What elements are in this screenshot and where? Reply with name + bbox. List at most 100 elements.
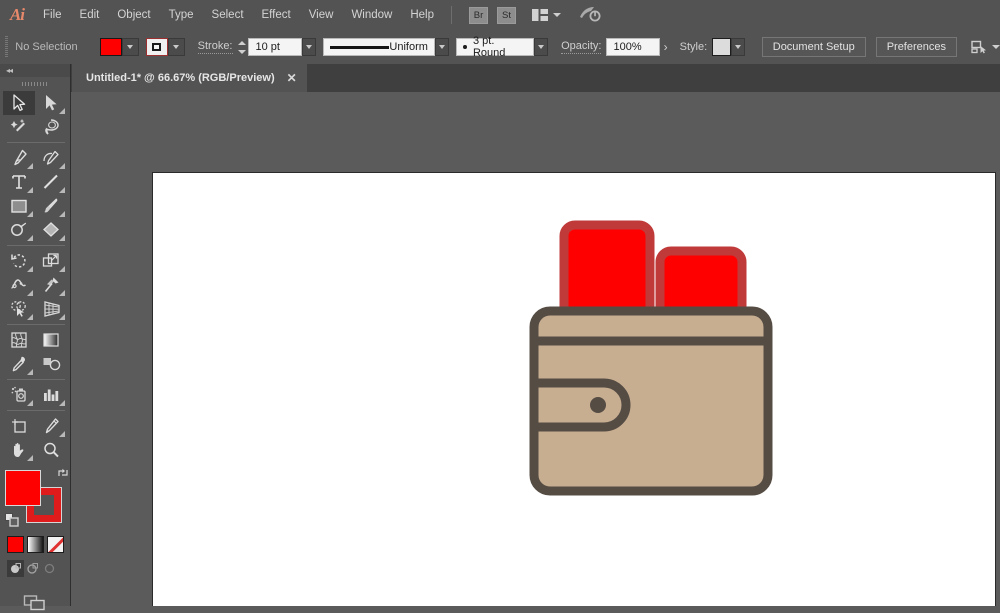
gradient-tool[interactable] (35, 328, 67, 352)
bridge-button[interactable]: Br (469, 7, 488, 24)
menu-item-file[interactable]: File (34, 0, 71, 30)
curvature-tool[interactable] (35, 146, 67, 170)
document-setup-button[interactable]: Document Setup (762, 37, 866, 57)
tools-panel-collapse[interactable]: ◂◂ (0, 64, 70, 77)
symbol-sprayer-icon (10, 386, 29, 404)
wallet-with-cards-illustration[interactable] (522, 213, 782, 503)
canvas-area[interactable] (71, 92, 1000, 606)
tool-submenu-indicator (59, 290, 65, 296)
menu-item-type[interactable]: Type (160, 0, 203, 30)
preferences-button[interactable]: Preferences (876, 37, 957, 57)
perspective-grid-tool[interactable] (35, 297, 67, 321)
stroke-weight-stepper[interactable] (238, 38, 247, 56)
tool-submenu-indicator (27, 455, 33, 461)
stroke-weight-dropdown[interactable] (302, 38, 316, 56)
document-tab[interactable]: Untitled-1* @ 66.67% (RGB/Preview) ✕ (72, 64, 307, 92)
direct-selection-tool[interactable] (35, 91, 67, 115)
close-icon[interactable]: ✕ (287, 71, 297, 85)
arrange-documents-button[interactable] (532, 9, 561, 21)
stroke-profile-value: Uniform (389, 41, 428, 53)
brush-definition-select[interactable]: 3 pt. Round (456, 38, 534, 56)
tool-submenu-indicator (59, 108, 65, 114)
menu-item-view[interactable]: View (300, 0, 343, 30)
rectangle-tool[interactable] (3, 194, 35, 218)
stroke-color-swatch[interactable] (146, 38, 168, 56)
draw-normal-icon (9, 562, 22, 575)
free-transform-tool[interactable] (35, 273, 67, 297)
fill-stroke-controls (5, 470, 69, 522)
draw-inside-button[interactable] (41, 560, 58, 577)
eraser-tool[interactable] (35, 218, 67, 242)
draw-normal-button[interactable] (7, 560, 24, 577)
magic-wand-tool[interactable] (3, 115, 35, 139)
stroke-profile-select[interactable]: Uniform (323, 38, 435, 56)
brush-definition-dropdown[interactable] (534, 38, 548, 56)
eyedropper-tool[interactable] (3, 352, 35, 376)
opacity-input[interactable]: 100% (606, 38, 659, 56)
tool-submenu-indicator (27, 163, 33, 169)
gradient-mode-button[interactable] (27, 536, 44, 553)
blend-icon (42, 356, 61, 372)
rectangle-icon (10, 198, 28, 214)
menu-item-edit[interactable]: Edit (71, 0, 109, 30)
menu-item-help[interactable]: Help (401, 0, 443, 30)
artboard-tool[interactable] (3, 414, 35, 438)
menu-item-window[interactable]: Window (342, 0, 401, 30)
symbol-sprayer-tool[interactable] (3, 383, 35, 407)
pen-tool[interactable] (3, 146, 35, 170)
tool-submenu-indicator (59, 314, 65, 320)
shaper-tool[interactable] (3, 218, 35, 242)
chevron-down-icon (735, 45, 741, 49)
zoom-tool[interactable] (35, 438, 67, 462)
hand-tool[interactable] (3, 438, 35, 462)
width-tool[interactable] (3, 273, 35, 297)
stock-button[interactable]: St (497, 7, 516, 24)
free-transform-pin-icon (42, 276, 60, 294)
wallet-clasp-stud (590, 397, 606, 413)
fill-color-box[interactable] (5, 470, 41, 506)
none-mode-button[interactable] (47, 536, 64, 553)
align-to-artboard-button[interactable] (971, 40, 1000, 54)
blend-tool[interactable] (35, 352, 67, 376)
shape-builder-tool[interactable] (3, 297, 35, 321)
scale-tool[interactable] (35, 249, 67, 273)
slice-tool[interactable] (35, 414, 67, 438)
rotate-tool[interactable] (3, 249, 35, 273)
line-segment-tool[interactable] (35, 170, 67, 194)
tools-divider (7, 142, 65, 143)
change-screen-mode-button[interactable] (0, 593, 70, 613)
swap-fill-stroke-button[interactable] (57, 467, 69, 482)
type-tool[interactable] (3, 170, 35, 194)
color-mode-button[interactable] (7, 536, 24, 553)
stroke-color-dropdown[interactable] (168, 38, 185, 56)
fill-color-swatch[interactable] (100, 38, 122, 56)
tools-panel-grip[interactable] (0, 77, 70, 91)
stroke-profile-dropdown[interactable] (435, 38, 449, 56)
menu-item-object[interactable]: Object (108, 0, 159, 30)
creative-cloud-button[interactable] (579, 5, 601, 26)
tool-submenu-indicator (27, 235, 33, 241)
mesh-tool[interactable] (3, 328, 35, 352)
selection-tool[interactable] (3, 91, 35, 115)
stroke-weight-input[interactable]: 10 pt (248, 38, 301, 56)
column-graph-tool[interactable] (35, 383, 67, 407)
default-fill-stroke-button[interactable] (5, 513, 19, 530)
fill-color-dropdown[interactable] (122, 38, 139, 56)
paintbrush-tool[interactable] (35, 194, 67, 218)
control-bar-grip[interactable] (5, 36, 8, 58)
tool-submenu-indicator (27, 369, 33, 375)
color-mode-buttons (7, 536, 70, 553)
line-segment-icon (42, 173, 60, 191)
hand-icon (10, 441, 28, 459)
tools-divider (7, 245, 65, 246)
lasso-tool[interactable] (35, 115, 67, 139)
draw-behind-button[interactable] (24, 560, 41, 577)
artboard[interactable] (152, 172, 996, 606)
eyedropper-icon (10, 355, 28, 373)
graphic-style-dropdown[interactable] (731, 38, 745, 56)
opacity-label: Opacity: (561, 40, 601, 54)
menu-item-select[interactable]: Select (203, 0, 253, 30)
opacity-options-icon[interactable]: › (664, 40, 668, 54)
menu-item-effect[interactable]: Effect (253, 0, 300, 30)
graphic-style-swatch[interactable] (712, 38, 730, 56)
